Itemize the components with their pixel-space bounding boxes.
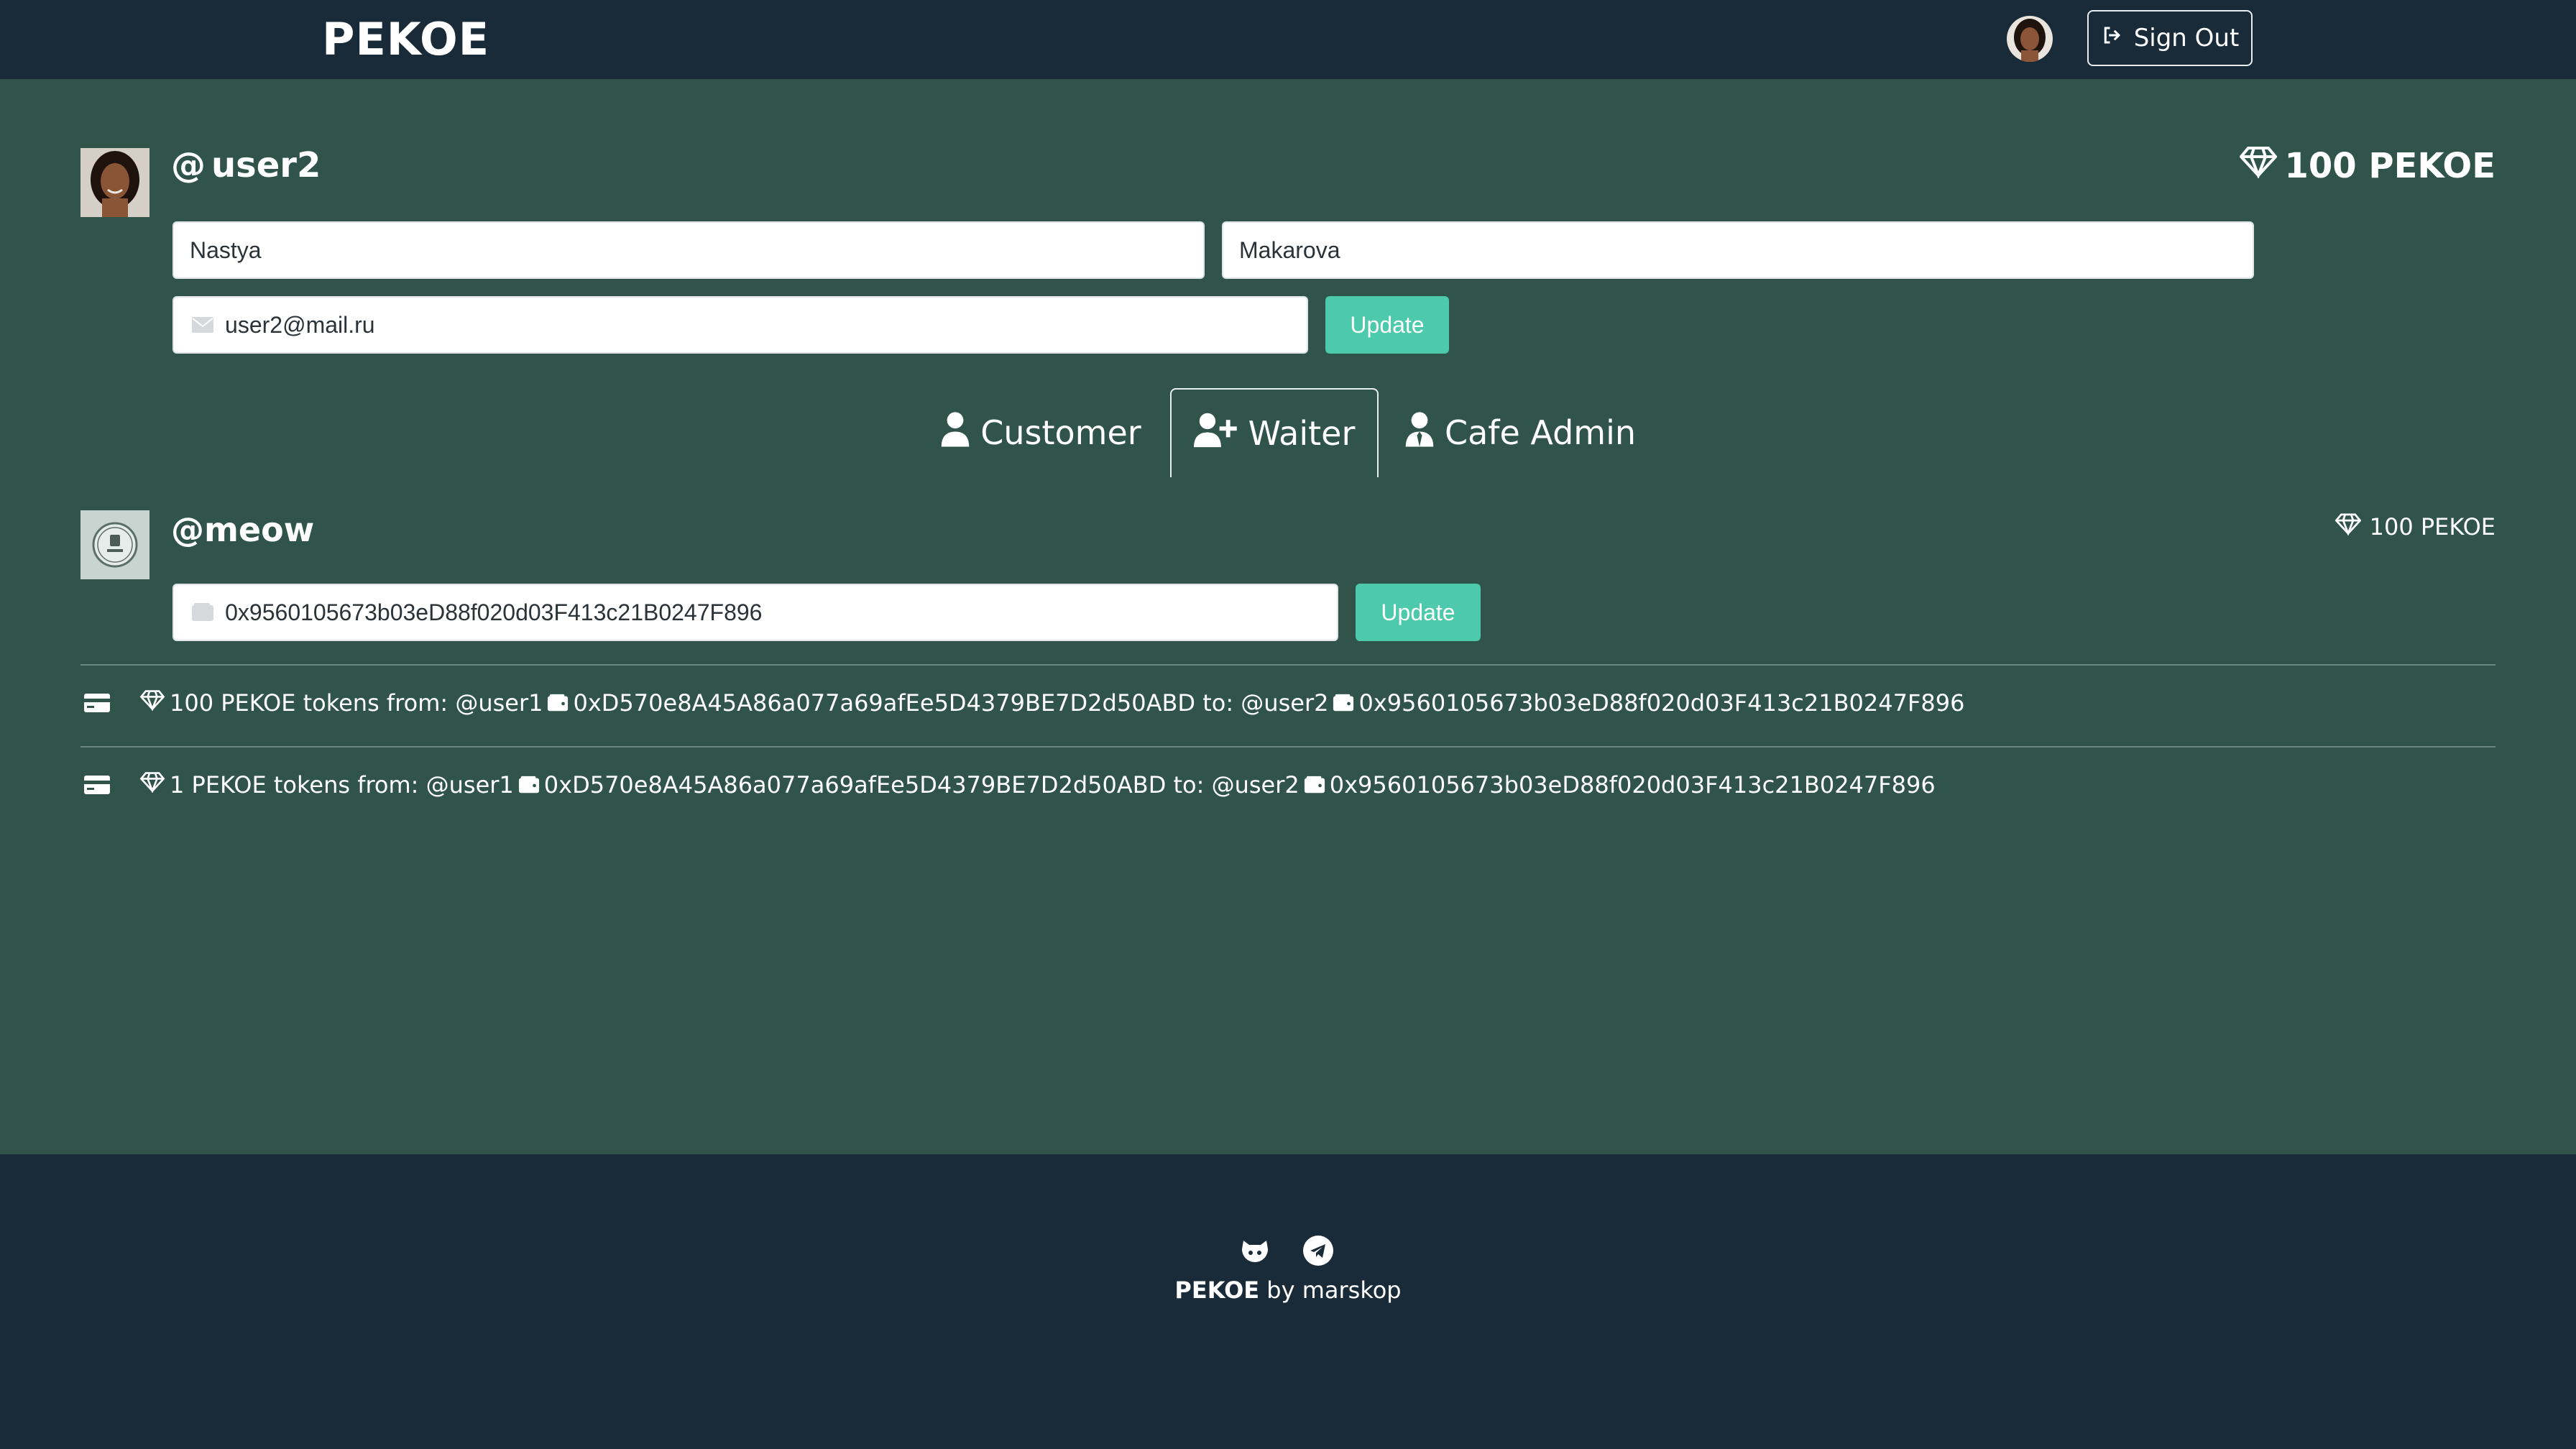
wallet-icon [518, 775, 540, 795]
first-name-input[interactable] [174, 223, 1203, 277]
wallet-icon [1333, 693, 1354, 713]
tab-waiter-label: Waiter [1248, 414, 1356, 453]
footer-social-links [1239, 1235, 1334, 1266]
footer: PEKOE by marskop [0, 1154, 2576, 1449]
tab-customer-label: Customer [980, 413, 1141, 452]
github-icon[interactable] [1239, 1235, 1271, 1266]
transaction-row: 1 PEKOE tokens from: @user1 0xD570e8A45A… [80, 763, 2496, 806]
sign-out-label: Sign Out [2133, 24, 2240, 52]
profile-username: @ user2 [171, 145, 321, 185]
cafe-logo [80, 510, 150, 579]
profile-avatar [80, 148, 150, 217]
main-content: @ user2 100 PEKOE Update Customer [0, 79, 2576, 1154]
credit-card-icon [83, 692, 118, 714]
sign-out-button[interactable]: Sign Out [2087, 10, 2253, 66]
cafe-balance-text: 100 PEKOE [2369, 513, 2496, 540]
user-icon [940, 411, 970, 455]
tab-cafe-admin[interactable]: Cafe Admin [1402, 388, 1639, 477]
transaction-to-wallet: 0x9560105673b03eD88f020d03F413c21B0247F8… [1358, 689, 1965, 717]
brand-logo[interactable]: PEKOE [322, 10, 489, 69]
balance-text: 100 PEKOE [2284, 146, 2496, 186]
cafe-handle: @meow [171, 510, 315, 549]
at-icon: @ [171, 145, 206, 185]
tab-customer[interactable]: Customer [934, 388, 1147, 477]
divider [80, 746, 2496, 748]
profile-balance: 100 PEKOE [2239, 145, 2496, 187]
cafe-balance: 100 PEKOE [2334, 512, 2496, 541]
role-tabs: Customer Waiter Cafe Admin [0, 388, 2576, 477]
divider [80, 664, 2496, 666]
footer-brand: PEKOE [1174, 1276, 1260, 1304]
user-avatar[interactable] [2007, 16, 2053, 62]
user-plus-icon [1193, 412, 1238, 456]
last-name-field[interactable] [1222, 221, 2254, 279]
gem-icon [139, 689, 165, 717]
wallet-field[interactable] [172, 584, 1338, 641]
update-profile-button[interactable]: Update [1325, 296, 1449, 354]
email-field[interactable] [172, 296, 1308, 354]
transaction-amount: 100 PEKOE tokens from: @user1 [170, 689, 543, 717]
envelope-icon [185, 316, 219, 334]
transaction-row: 100 PEKOE tokens from: @user1 0xD570e8A4… [80, 681, 2496, 724]
transaction-to-wallet: 0x9560105673b03eD88f020d03F413c21B0247F8… [1329, 771, 1936, 799]
wallet-icon [547, 693, 569, 713]
last-name-input[interactable] [1223, 223, 2253, 277]
transaction-amount: 1 PEKOE tokens from: @user1 [170, 771, 514, 799]
sign-out-icon [2101, 24, 2122, 52]
transaction-from-wallet: 0xD570e8A45A86a077a69afEe5D4379BE7D2d50A… [543, 771, 1300, 799]
transaction-from-wallet: 0xD570e8A45A86a077a69afEe5D4379BE7D2d50A… [573, 689, 1329, 717]
username-text: user2 [211, 145, 321, 185]
wallet-icon [185, 602, 219, 622]
navbar: PEKOE Sign Out [0, 0, 2576, 79]
telegram-icon[interactable] [1302, 1235, 1334, 1266]
wallet-icon [1304, 775, 1325, 795]
tab-waiter[interactable]: Waiter [1170, 388, 1379, 477]
footer-byline: by marskop [1259, 1276, 1402, 1304]
email-input[interactable] [219, 298, 1307, 352]
gem-icon [2334, 512, 2362, 541]
tab-cafe-admin-label: Cafe Admin [1444, 413, 1637, 452]
gem-icon [139, 771, 165, 799]
wallet-input[interactable] [219, 585, 1337, 640]
footer-credit: PEKOE by marskop [0, 1276, 2576, 1304]
credit-card-icon [83, 774, 118, 796]
first-name-field[interactable] [172, 221, 1205, 279]
user-tie-icon [1404, 411, 1435, 455]
gem-icon [2239, 145, 2278, 187]
update-wallet-button[interactable]: Update [1356, 584, 1481, 641]
